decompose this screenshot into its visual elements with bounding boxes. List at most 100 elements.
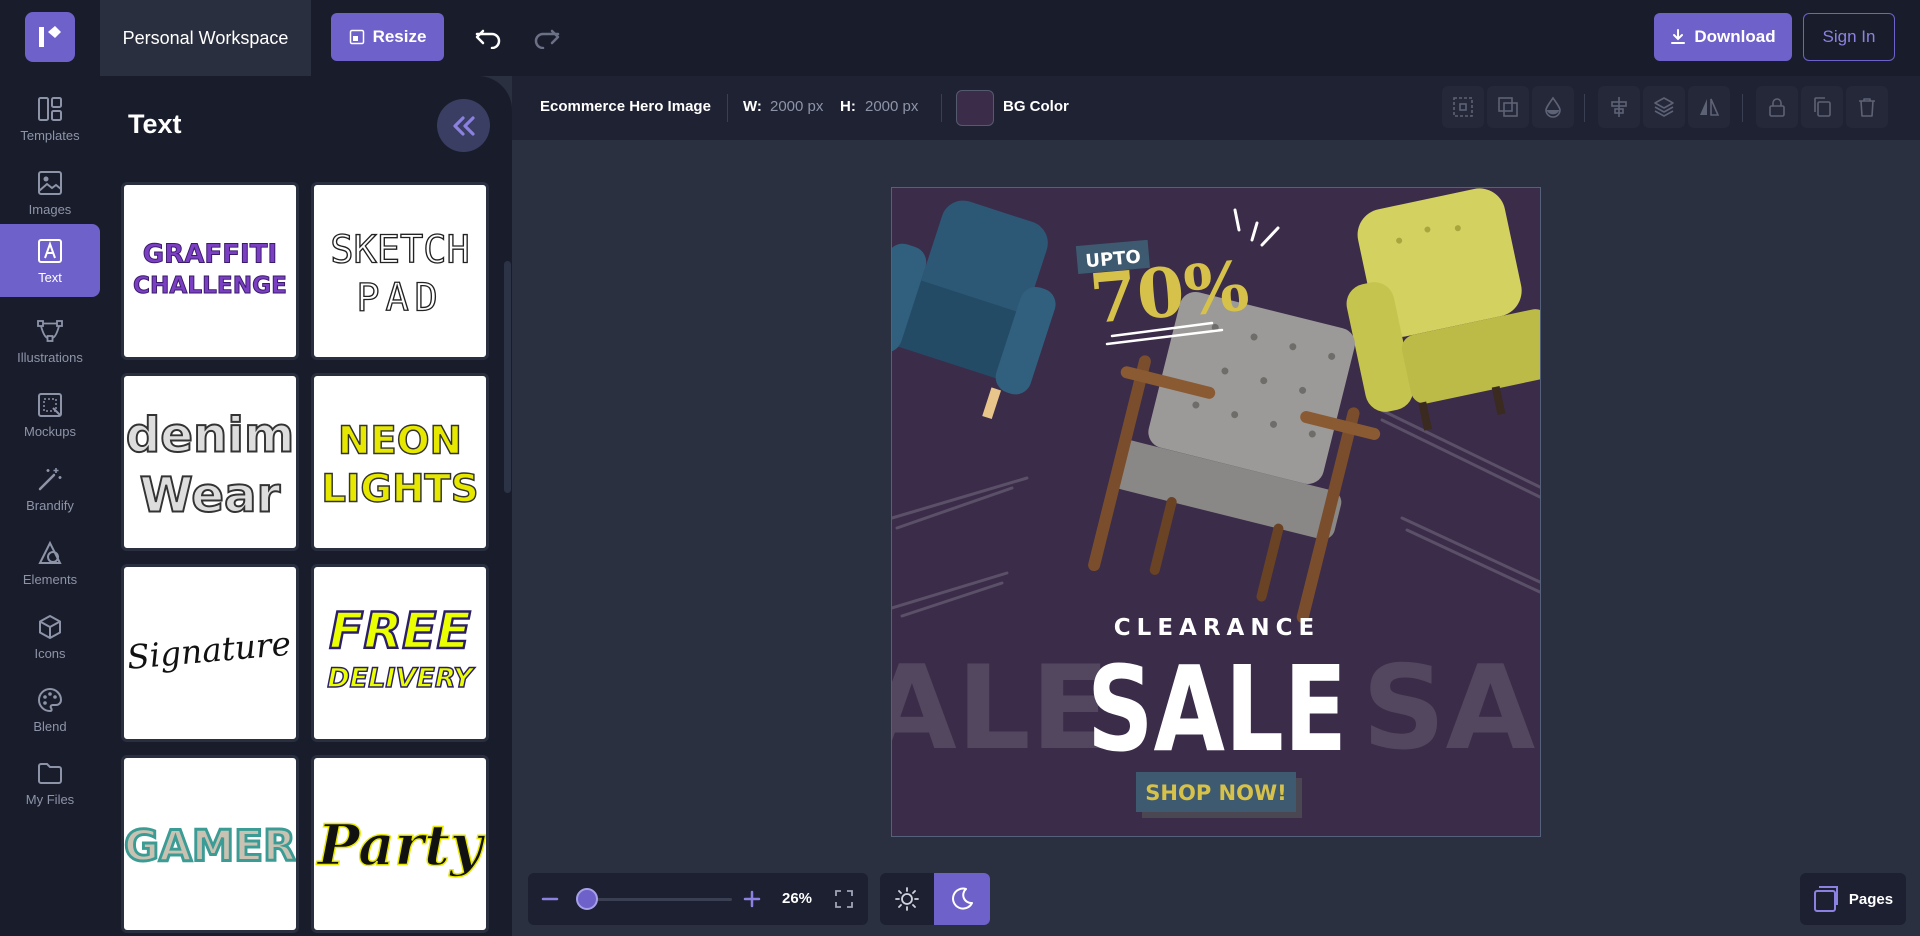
tile-text: denim [126,407,295,463]
shop-now-text: SHOP NOW! [1145,781,1286,805]
height-label: H: [840,98,856,115]
resize-button[interactable]: Resize [331,13,444,61]
height-input[interactable]: 2000 px [865,98,918,115]
zoom-slider-thumb[interactable] [576,888,598,910]
layers-button[interactable] [1643,86,1685,128]
mockups-icon [38,392,62,417]
design-canvas[interactable]: UPTO 70% CLEARANCE ALE SAL SALE SHOP NOW… [891,187,1541,837]
workspace-name[interactable]: Personal Workspace [100,0,311,76]
sidebar-item-label: Blend [33,718,67,734]
sidebar-item-text[interactable]: Text [0,224,100,297]
text-style-neon[interactable]: NEON LIGHTS [311,373,489,551]
text-style-signature[interactable]: Signature [121,564,299,742]
text-style-gamer[interactable]: GAMER [121,755,299,933]
sidebar-item-label: Text [38,269,62,285]
sidebar-item-images[interactable]: Images [0,156,100,229]
tile-text: SKETCH [330,227,470,272]
sparkle-strokes [1233,208,1280,247]
text-style-free-delivery[interactable]: FREE DELIVERY [311,564,489,742]
zoom-in-icon[interactable] [742,889,762,909]
sidebar-item-my-files[interactable]: My Files [0,746,100,819]
delete-button[interactable] [1846,86,1888,128]
sidebar-item-label: Templates [20,127,80,143]
templates-icon [38,96,62,121]
tile-text: GAMER [124,822,296,871]
blue-armchair-image[interactable] [892,188,1078,427]
layers-icon [1654,97,1674,117]
opacity-icon [1545,96,1561,118]
sale-echo-right-text: SAL [1362,641,1541,776]
resize-label: Resize [372,27,427,46]
tile-text: PAD [356,276,443,321]
download-label: Download [1694,27,1776,46]
collapse-panel-button[interactable] [437,99,490,152]
canvas-toolbar: Ecommerce Hero Image W: 2000 px H: 2000 … [512,76,1920,140]
shop-now-button[interactable]: SHOP NOW! [1136,772,1302,818]
align-button[interactable] [1598,86,1640,128]
lock-button[interactable] [1756,86,1798,128]
text-style-denim[interactable]: denim Wear [121,373,299,551]
text-style-sketch[interactable]: SKETCH PAD [311,182,489,360]
toolbar-divider [727,94,728,122]
illustrations-icon [37,319,63,342]
undo-button[interactable] [472,22,504,54]
undo-icon [475,29,501,49]
text-style-graffiti[interactable]: GRAFFITI CHALLENGE [121,182,299,360]
fit-screen-icon[interactable] [834,889,854,909]
app-logo[interactable] [25,12,75,62]
sidebar-item-templates[interactable]: Templates [0,82,100,155]
moon-icon [952,887,973,910]
width-input[interactable]: 2000 px [770,98,823,115]
panel-title: Text [128,109,182,139]
document-name[interactable]: Ecommerce Hero Image [540,98,711,115]
redo-button[interactable] [531,22,563,54]
bg-color-label: BG Color [1003,98,1069,115]
sign-in-button[interactable]: Sign In [1803,13,1895,61]
text-style-party[interactable]: Party [311,755,489,933]
tile-text: Signature [126,625,293,677]
image-icon [38,170,62,195]
magic-wand-icon [38,467,62,490]
tile-text: GRAFFITI [143,239,278,269]
sale-headline-text[interactable]: SALE [1087,640,1347,778]
tile-text: Wear [140,467,281,523]
flip-button[interactable] [1688,86,1730,128]
top-bar: Personal Workspace Resize Download Sign … [0,0,1920,76]
pages-button[interactable]: Pages [1800,873,1906,925]
zoom-value: 26% [782,890,813,907]
discount-percent-text[interactable]: 70% [1087,246,1253,340]
yellow-armchair-image[interactable] [1328,188,1541,441]
text-icon [38,238,62,263]
duplicate-button[interactable] [1801,86,1843,128]
download-button[interactable]: Download [1654,13,1792,61]
clearance-text[interactable]: CLEARANCE [1114,615,1320,641]
sidebar-item-mockups[interactable]: Mockups [0,378,100,451]
sidebar-item-elements[interactable]: Elements [0,526,100,599]
opacity-button[interactable] [1532,86,1574,128]
toolbar-divider [941,94,942,122]
sidebar-item-illustrations[interactable]: Illustrations [0,304,100,377]
text-panel: Text GRAFFITI CHALLENGE SKETCH PAD denim… [100,76,512,936]
bg-color-swatch[interactable] [956,90,994,126]
sale-echo-left-text: ALE [892,641,1110,776]
panel-scrollbar[interactable] [504,261,511,493]
flip-icon [1700,98,1720,116]
sidebar-item-icons[interactable]: Icons [0,600,100,673]
elements-icon [38,540,62,564]
sun-icon [895,887,919,911]
zoom-out-icon[interactable] [540,889,560,909]
dark-mode-button[interactable] [934,873,990,925]
folder-icon [38,762,62,784]
sidebar-item-blend[interactable]: Blend [0,673,100,746]
light-mode-button[interactable] [880,873,934,925]
sidebar-item-label: Mockups [23,423,77,439]
align-center-icon [1611,97,1627,117]
tile-text: DELIVERY [327,663,475,694]
sidebar-item-brandify[interactable]: Brandify [0,452,100,525]
tile-text: FREE [329,601,471,660]
zoom-slider-track[interactable] [578,898,732,901]
arrange-button[interactable] [1487,86,1529,128]
tile-text: Party [316,812,486,878]
position-button[interactable] [1442,86,1484,128]
tile-text: LIGHTS [321,467,478,512]
